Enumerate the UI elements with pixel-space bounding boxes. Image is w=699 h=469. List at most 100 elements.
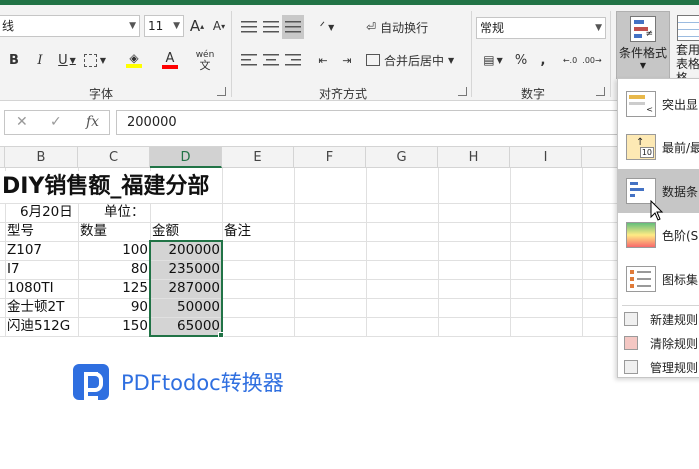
column-header-next[interactable] (582, 147, 622, 168)
shrink-font-icon: A (212, 19, 222, 33)
manage-rules-icon (624, 360, 638, 374)
enter-icon[interactable]: ✓ (50, 114, 62, 130)
wrap-text-label: 自动换行 (380, 20, 429, 35)
align-left-button[interactable] (238, 48, 260, 72)
align-top-button[interactable] (238, 15, 260, 39)
decrease-indent-icon: ⇤ (318, 53, 328, 67)
formula-input[interactable]: 200000 (116, 110, 699, 135)
fill-color-button[interactable]: ◈ (118, 48, 150, 72)
conditional-format-button[interactable]: ≠ 条件格式 ▼ (616, 11, 670, 79)
wrap-text-icon: ⏎ (366, 20, 377, 34)
group-label-alignment: 对齐方式 (319, 87, 368, 101)
column-header-H[interactable]: H (438, 147, 510, 168)
align-bottom-icon (285, 21, 301, 33)
font-color-button[interactable]: A (154, 48, 186, 72)
table-row-qty[interactable]: 100 (78, 241, 150, 260)
number-dialog-launcher-icon[interactable] (596, 87, 605, 96)
table-row-model[interactable]: 金士顿2T (7, 298, 64, 317)
wrap-text-button[interactable]: ⏎ 自动换行 (366, 15, 440, 39)
chevron-down-icon: ▼ (639, 61, 647, 70)
group-divider (471, 11, 472, 97)
number-format-combo[interactable]: 常规 ▼ (476, 17, 606, 39)
menu-item-top-bottom[interactable]: ↑ 10 最前/最 (618, 125, 699, 169)
column-header-E[interactable]: E (222, 147, 294, 168)
font-name-combo[interactable]: 线 ▼ (0, 15, 140, 37)
table-row-qty[interactable]: 90 (78, 298, 150, 317)
align-bottom-button[interactable] (282, 15, 304, 39)
column-header-F[interactable]: F (294, 147, 366, 168)
chevron-down-icon: ▼ (129, 21, 136, 31)
increase-indent-button[interactable]: ⇥ (336, 48, 358, 72)
orientation-button[interactable]: ᐟ ▼ (312, 15, 342, 39)
menu-item-highlight-cells[interactable]: < 突出显 (618, 83, 699, 125)
fill-color-swatch (126, 64, 142, 68)
new-rule-icon (624, 312, 638, 326)
column-header-D[interactable]: D (150, 147, 222, 168)
top-bottom-icon: ↑ 10 (626, 134, 656, 160)
borders-icon (83, 53, 97, 67)
underline-icon: U (58, 52, 68, 68)
phonetic-button[interactable]: wén 文 (192, 48, 218, 72)
watermark-text: PDFtodoc转换器 (121, 371, 284, 395)
decrease-decimal-button[interactable]: .00→ (582, 48, 602, 72)
phonetic-char: 文 (199, 58, 211, 72)
selection-range[interactable] (149, 240, 223, 337)
table-row-qty[interactable]: 125 (78, 279, 150, 298)
column-header-B[interactable]: B (5, 147, 78, 168)
menu-item-manage-rules[interactable]: 管理规则 (618, 355, 699, 379)
borders-button[interactable]: ▼ (80, 48, 110, 72)
italic-button[interactable]: I (32, 48, 48, 72)
comma-button[interactable]: , (534, 48, 552, 72)
font-dialog-launcher-icon[interactable] (217, 87, 226, 96)
align-right-button[interactable] (282, 48, 304, 72)
menu-item-new-rule[interactable]: 新建规则 (618, 307, 699, 331)
color-scales-icon (626, 222, 656, 248)
table-row-model[interactable]: Z107 (7, 241, 42, 260)
column-header-C[interactable]: C (78, 147, 150, 168)
font-size-combo[interactable]: 11 ▼ (144, 15, 184, 37)
decrease-decimal-icon: .00→ (582, 55, 602, 65)
header-model[interactable]: 型号 (7, 222, 34, 241)
header-notes[interactable]: 备注 (224, 222, 251, 241)
merge-center-button[interactable]: 合并后居中 ▼ (366, 48, 466, 72)
menu-item-label: 突出显 (662, 97, 699, 112)
pdftodoc-logo-icon (73, 364, 109, 400)
increase-decimal-icon: ←.0 (562, 55, 578, 65)
format-as-table-button[interactable]: 套用表格格 (672, 11, 699, 79)
align-top-icon (241, 21, 257, 33)
shrink-font-button[interactable]: A ▾ (210, 14, 228, 38)
table-row-qty[interactable]: 80 (78, 260, 150, 279)
column-header-G[interactable]: G (366, 147, 438, 168)
percent-button[interactable]: % (512, 48, 530, 72)
accounting-format-button[interactable]: ▤ ▼ (478, 48, 508, 72)
cancel-icon[interactable]: ✕ (16, 114, 28, 130)
column-header-I[interactable]: I (510, 147, 582, 168)
header-qty[interactable]: 数量 (80, 222, 107, 241)
grow-font-button[interactable]: A ▴ (188, 14, 206, 38)
table-row-model[interactable]: I7 (7, 260, 20, 279)
merge-center-label: 合并后居中 (384, 53, 445, 68)
underline-button[interactable]: U ▼ (56, 48, 78, 72)
font-name-value: 线 (2, 19, 15, 33)
header-amount[interactable]: 金额 (152, 222, 179, 241)
align-center-button[interactable] (260, 48, 282, 72)
table-row-model[interactable]: 1080TI (7, 279, 54, 298)
alignment-dialog-launcher-icon[interactable] (458, 87, 467, 96)
comma-icon: , (540, 52, 546, 68)
bold-button[interactable]: B (6, 48, 22, 72)
percent-icon: % (514, 52, 528, 68)
insert-function-icon[interactable]: fx (86, 114, 99, 130)
table-row-model[interactable]: 闪迪512G (7, 317, 70, 336)
menu-item-clear-rules[interactable]: 清除规则 (618, 331, 699, 355)
menu-item-label: 数据条 (662, 184, 699, 199)
unit-label-cell[interactable]: 单位： (104, 203, 145, 222)
decrease-indent-button[interactable]: ⇤ (312, 48, 334, 72)
sheet-title[interactable]: DIY销售额_福建分部 (2, 171, 216, 203)
menu-item-icon-sets[interactable]: 图标集 (618, 257, 699, 301)
fill-handle[interactable] (218, 332, 224, 338)
date-cell[interactable]: 6月20日 (20, 203, 73, 222)
table-row-qty[interactable]: 150 (78, 317, 150, 336)
align-middle-button[interactable] (260, 15, 282, 39)
increase-decimal-button[interactable]: ←.0 (560, 48, 580, 72)
menu-item-label: 最前/最 (662, 140, 699, 155)
